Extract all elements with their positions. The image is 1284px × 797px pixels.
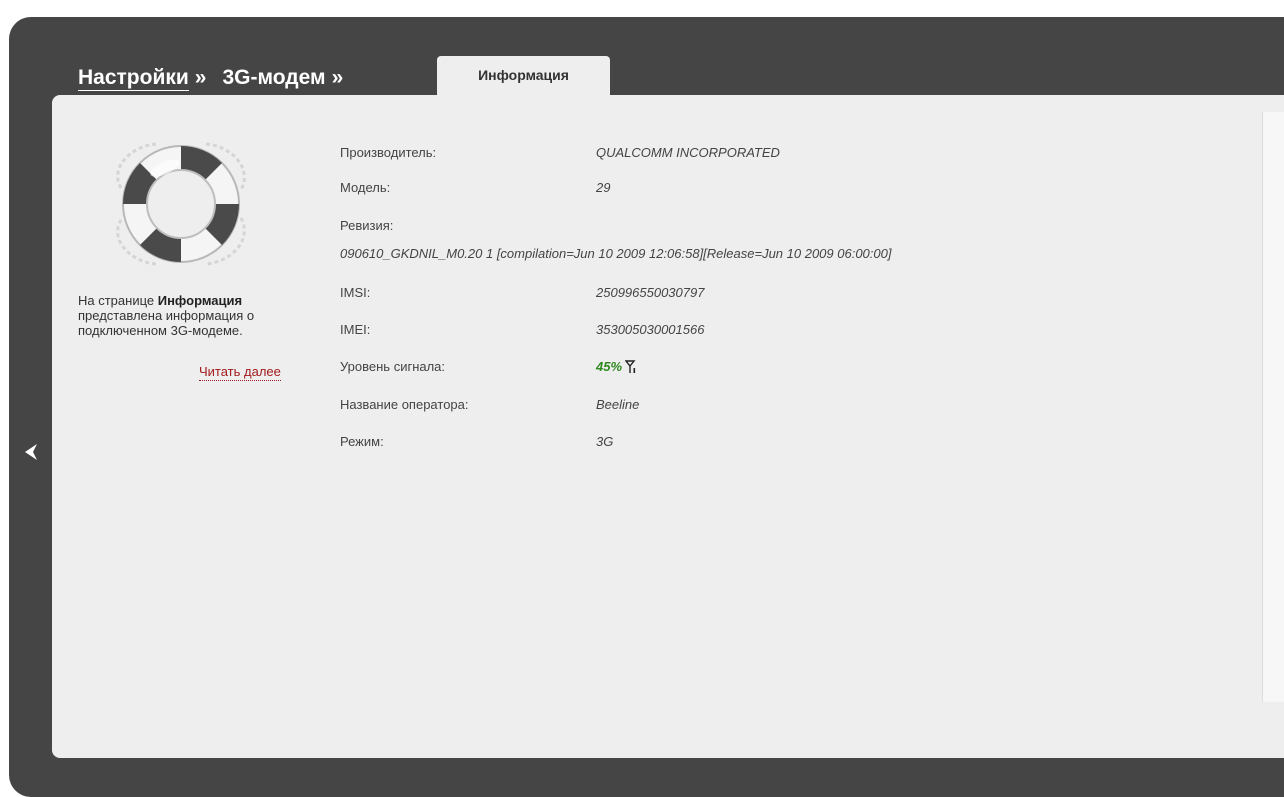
help-text-prefix: На странице — [78, 293, 158, 308]
imsi-label: IMSI: — [340, 285, 371, 300]
tab-information[interactable]: Информация — [437, 56, 610, 95]
manufacturer-value: QUALCOMM INCORPORATED — [596, 145, 780, 160]
signal-level-label: Уровень сигнала: — [340, 359, 446, 374]
operator-label: Название оператора: — [340, 397, 469, 412]
signal-level-value: 45% — [596, 359, 623, 374]
imsi-value: 250996550030797 — [596, 285, 705, 300]
signal-level: 45% — [596, 359, 637, 375]
model-value: 29 — [596, 180, 611, 195]
scrollbar[interactable] — [1262, 112, 1284, 702]
operator-value: Beeline — [596, 397, 640, 412]
manufacturer-label: Производитель: — [340, 145, 437, 160]
breadcrumb-3g-modem[interactable]: 3G-модем — [222, 66, 325, 90]
breadcrumb: Настройки » 3G-модем » — [78, 62, 359, 94]
model-label: Модель: — [340, 180, 391, 195]
revision-value: 090610_GKDNIL_M0.20 1 [compilation=Jun 1… — [340, 246, 892, 261]
revision-label: Ревизия: — [340, 218, 394, 233]
chevron-left-icon[interactable] — [20, 440, 44, 464]
help-text-page-name: Информация — [157, 293, 243, 308]
imei-value: 353005030001566 — [596, 322, 705, 337]
help-text-suffix: представлена информация о подключенном 3… — [78, 308, 255, 338]
mode-label: Режим: — [340, 434, 384, 449]
mode-value: 3G — [596, 434, 614, 449]
lifebuoy-icon — [116, 142, 246, 266]
help-description: На странице Информация представлена инфо… — [78, 293, 308, 338]
antenna-icon — [625, 360, 636, 373]
imei-label: IMEI: — [340, 322, 371, 337]
read-more-link[interactable]: Читать далее — [199, 364, 281, 381]
breadcrumb-separator: » — [331, 66, 344, 89]
breadcrumb-separator: » — [194, 66, 207, 89]
breadcrumb-settings-link[interactable]: Настройки — [78, 66, 189, 91]
